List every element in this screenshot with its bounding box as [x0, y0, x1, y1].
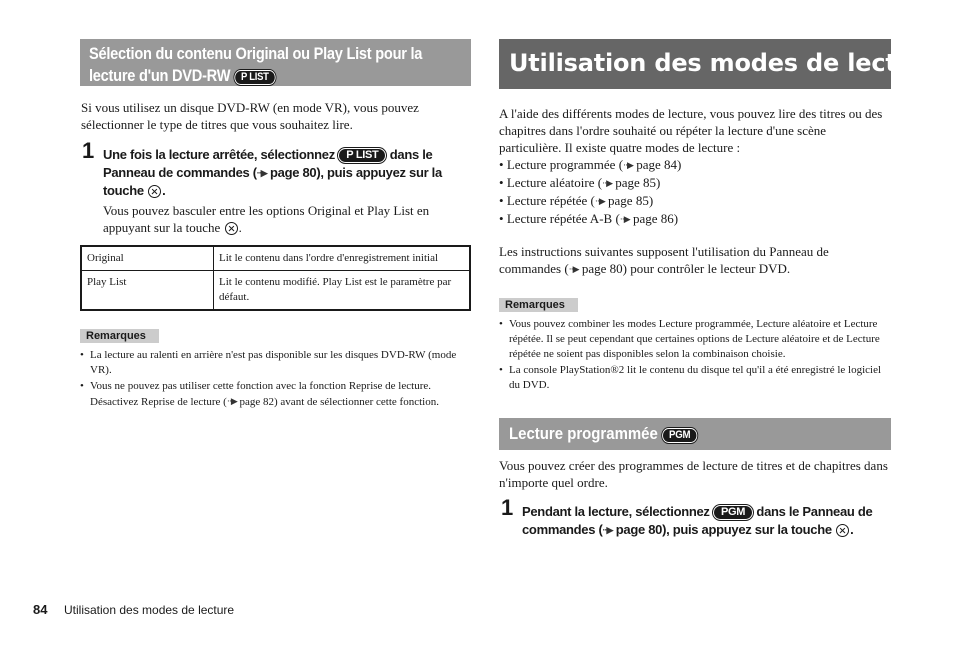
- list-item: La lecture au ralenti en arrière n'est p…: [80, 348, 471, 378]
- option-name: Original: [80, 245, 214, 271]
- page-reference-arrow-icon: ··▶: [602, 525, 614, 535]
- modes-list: Lecture programmée (··▶ page 84) Lecture…: [499, 156, 891, 228]
- list-item: Vous ne pouvez pas utiliser cette foncti…: [80, 379, 471, 410]
- mode-ref: page 85): [604, 193, 654, 208]
- step-end: .: [850, 522, 854, 537]
- page-reference-arrow-icon: ··▶: [619, 214, 631, 224]
- option-description: Lit le contenu modifié. Play List est le…: [213, 270, 471, 311]
- step-1: 1 Une fois la lecture arrêtée, sélection…: [80, 140, 471, 200]
- cross-button-icon: [224, 222, 238, 235]
- step-text-1: Une fois la lecture arrêtée, sélectionne…: [103, 147, 335, 162]
- page-reference-arrow-icon: ··▶: [594, 196, 606, 206]
- mode-name: Lecture aléatoire (: [506, 175, 603, 190]
- subsection-title: Lecture programmée: [509, 424, 658, 443]
- remarks-list: La lecture au ralenti en arrière n'est p…: [80, 348, 471, 410]
- page-reference-arrow-icon: ··▶: [623, 160, 634, 170]
- mode-ref: page 86): [629, 211, 679, 226]
- pgm-badge-icon: PGM: [661, 428, 698, 443]
- list-item: La console PlayStation®2 lit le contenu …: [499, 363, 891, 393]
- intro-paragraph: Si vous utilisez un disque DVD-RW (en mo…: [81, 100, 419, 132]
- note-end: .: [238, 220, 242, 235]
- mode-ref: page 85): [612, 175, 661, 190]
- list-item: Lecture répétée (··▶ page 85): [499, 192, 891, 210]
- subsection-intro: Vous pouvez créer des programmes de lect…: [499, 458, 888, 490]
- instructions-text: page 80) pour contrôler le lecteur DVD.: [578, 261, 791, 276]
- page-number: 84: [33, 602, 48, 617]
- heading-line-2: lecture d'un DVD-RW: [89, 66, 231, 85]
- step-number: 1: [82, 138, 94, 163]
- list-item: Lecture aléatoire (··▶ page 85): [499, 174, 891, 192]
- remarks-label: Remarques: [499, 298, 578, 312]
- cross-button-icon: [148, 185, 162, 198]
- mode-ref: page 84): [632, 157, 682, 172]
- page-reference-arrow-icon: ··▶: [256, 168, 268, 178]
- list-item: Vous pouvez combiner les modes Lecture p…: [499, 317, 891, 362]
- remarks-label: Remarques: [80, 329, 159, 343]
- subsection-heading-pgm: Lecture programmée PGM: [499, 418, 891, 450]
- page-title: Utilisation des modes de lecture: [499, 39, 941, 89]
- mode-name: Lecture répétée (: [506, 193, 595, 208]
- mode-name: Lecture programmée (: [506, 157, 624, 172]
- step-text-1: Pendant la lecture, sélectionnez: [522, 504, 710, 519]
- option-description: Lit le contenu dans l'ordre d'enregistre…: [213, 245, 471, 271]
- option-name: Play List: [80, 270, 214, 311]
- page-footer: 84 Utilisation des modes de lecture: [33, 602, 234, 617]
- page-reference-arrow-icon: ··▶: [568, 264, 580, 274]
- page-reference-arrow-icon: ··▶: [602, 178, 613, 188]
- step-1: 1 Pendant la lecture, sélectionnez PGM d…: [499, 497, 891, 539]
- remark-text: page 82) avant de sélectionner cette fon…: [236, 396, 439, 408]
- page-reference-arrow-icon: ··▶: [226, 396, 238, 406]
- note-text: Vous pouvez basculer entre les options O…: [103, 203, 430, 235]
- step-text-3: page 80), puis appuyez sur la touche: [615, 522, 832, 537]
- pgm-badge-icon: PGM: [712, 505, 754, 520]
- plist-badge-icon: P LIST: [234, 70, 276, 85]
- remarks-list: Vous pouvez combiner les modes Lecture p…: [499, 317, 891, 393]
- footer-title: Utilisation des modes de lecture: [64, 603, 235, 617]
- plist-badge-icon: P LIST: [338, 148, 387, 163]
- step-number: 1: [501, 495, 513, 520]
- right-column: Utilisation des modes de lecture A l'aid…: [499, 39, 941, 539]
- options-table: Original Lit le contenu dans l'ordre d'e…: [80, 245, 471, 311]
- step-1-note: Vous pouvez basculer entre les options O…: [80, 202, 471, 236]
- mode-name: Lecture répétée A-B (: [506, 211, 620, 226]
- intro-paragraph: A l'aide des différents modes de lecture…: [499, 106, 883, 155]
- instructions-paragraph: Les instructions suivantes supposent l'u…: [499, 243, 891, 278]
- heading-line-1: Sélection du contenu Original ou Play Li…: [89, 44, 423, 63]
- list-item: Lecture programmée (··▶ page 84): [499, 156, 891, 174]
- list-item: Lecture répétée A-B (··▶ page 86): [499, 210, 891, 228]
- section-heading-playlist: Sélection du contenu Original ou Play Li…: [80, 39, 471, 86]
- table-row: Play List Lit le contenu modifié. Play L…: [80, 270, 471, 311]
- table-row: Original Lit le contenu dans l'ordre d'e…: [80, 245, 471, 271]
- step-end: .: [162, 183, 166, 198]
- left-column: Sélection du contenu Original ou Play Li…: [80, 39, 471, 411]
- cross-button-icon: [836, 524, 850, 537]
